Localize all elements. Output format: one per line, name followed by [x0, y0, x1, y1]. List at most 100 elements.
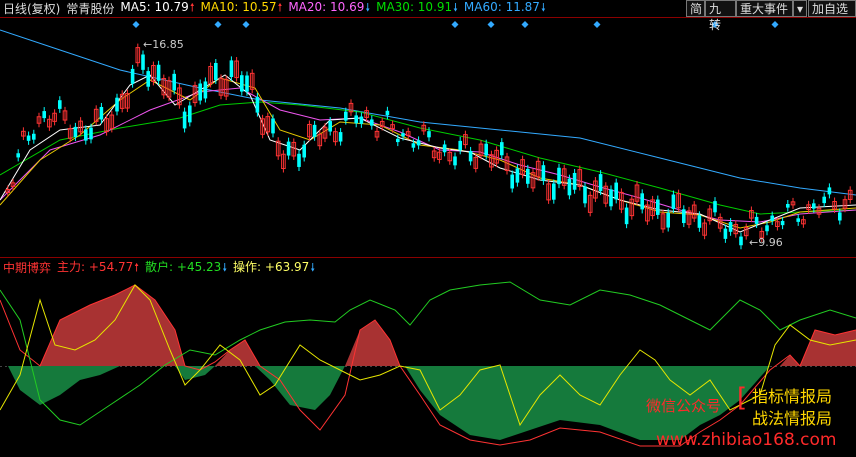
- candle-down: [141, 54, 145, 70]
- candle-down: [442, 144, 447, 153]
- event-diamond-icon: [451, 21, 459, 28]
- major-event-button[interactable]: 重大事件: [736, 0, 793, 17]
- candle-down: [822, 196, 826, 204]
- down-arrow-icon: 🠗: [453, 1, 458, 14]
- event-diamond-icon: [521, 21, 529, 28]
- candle-down: [453, 156, 457, 166]
- candle-down: [567, 178, 572, 196]
- candle-down: [510, 174, 514, 189]
- candle-down: [385, 110, 390, 116]
- indicator-panel: [0, 281, 856, 447]
- candle-down: [115, 97, 119, 112]
- candle-down: [130, 68, 135, 84]
- candle-down: [640, 193, 644, 210]
- up-arrow-icon: 🠕: [189, 1, 195, 14]
- chart-canvas: [0, 17, 856, 447]
- watermark-url: www.zhibiao168.com: [656, 430, 837, 450]
- ma20-label: MA20: 10.69🠗: [288, 0, 371, 14]
- candle-down: [728, 222, 733, 232]
- indicator-header: 中期博弈 主力: +54.77🠕 散户: +45.23🠗 操作: +63.97🠗: [0, 259, 321, 276]
- candle-down: [240, 75, 244, 92]
- candle-down: [541, 165, 546, 181]
- nine-turn-button[interactable]: 九转: [705, 0, 736, 32]
- bracket-icon: [: [737, 383, 748, 413]
- candle-down: [666, 212, 670, 228]
- candle-down: [656, 199, 660, 215]
- period-label: 日线(复权): [3, 2, 61, 16]
- retail-area: [0, 366, 856, 440]
- candle-down: [89, 127, 93, 140]
- candle-down: [411, 143, 416, 148]
- candle-down: [671, 194, 676, 209]
- candle-down: [146, 71, 150, 87]
- moving-average-lines: [0, 29, 856, 233]
- down-arrow-icon: 🠗: [310, 260, 316, 274]
- event-diamond-icon: [487, 21, 495, 28]
- ma60-line: [0, 29, 856, 196]
- candle-down: [32, 133, 36, 140]
- ma5-line: [0, 74, 856, 233]
- dropdown-chevron-icon[interactable]: ▾: [793, 0, 807, 17]
- event-diamond-icon: [771, 21, 779, 28]
- candle-down: [484, 143, 488, 156]
- candle-down: [188, 105, 192, 123]
- candle-down: [812, 203, 816, 209]
- candle-down: [838, 212, 842, 221]
- candle-down: [624, 207, 629, 225]
- candle-down: [416, 140, 421, 146]
- candle-down: [297, 153, 301, 167]
- candle-down: [427, 131, 431, 138]
- candle-down: [286, 141, 291, 156]
- watermark-line-2: 战法情报局: [752, 409, 833, 428]
- candle-down: [302, 144, 306, 158]
- candle-down: [338, 132, 343, 142]
- candle-down: [271, 118, 275, 134]
- candle-down: [682, 209, 686, 224]
- candle-down: [198, 83, 202, 101]
- candle-down: [182, 111, 187, 129]
- candle-down: [255, 96, 260, 113]
- ma30-line: [0, 101, 856, 215]
- low-price-annotation: ←9.96: [749, 236, 783, 249]
- candle-down: [609, 189, 613, 207]
- candle-down: [723, 228, 728, 239]
- candle-down: [370, 119, 374, 126]
- main-force-label: 主力: +54.77🠕: [57, 259, 140, 274]
- stock-name: 常青股份: [66, 2, 115, 16]
- down-arrow-icon: 🠗: [365, 1, 371, 14]
- candle-down: [500, 142, 504, 156]
- event-diamond-icon: [214, 21, 222, 28]
- candle-down: [312, 124, 317, 137]
- candle-down: [359, 116, 364, 124]
- ma10-line: [0, 77, 856, 229]
- ma10-label: MA10: 10.57🠕: [200, 0, 283, 14]
- candle-down: [713, 201, 717, 213]
- candle-down: [401, 133, 405, 137]
- candle-down: [765, 225, 769, 232]
- candle-down: [354, 115, 358, 124]
- candle-down: [99, 106, 104, 120]
- down-arrow-icon: 🠗: [222, 260, 228, 274]
- retail-label: 散户: +45.23🠗: [145, 259, 228, 274]
- watermark-line-1: 指标情报局: [752, 387, 833, 406]
- candle-down: [84, 129, 88, 141]
- candle-down: [214, 63, 218, 80]
- candle-down: [697, 215, 702, 228]
- up-arrow-icon: 🠕: [277, 1, 283, 14]
- simple-button[interactable]: 简: [686, 0, 705, 17]
- wechat-watermark: 微信公众号: [646, 397, 722, 415]
- candle-down: [786, 203, 790, 208]
- operation-label: 操作: +63.97🠗: [233, 259, 316, 274]
- candle-down: [598, 174, 603, 192]
- add-watchlist-button[interactable]: 加自选: [808, 0, 856, 17]
- candle-down: [614, 182, 618, 200]
- candle-down: [770, 215, 774, 221]
- candle-down: [552, 183, 556, 200]
- ma30-label: MA30: 10.91🠗: [376, 0, 458, 14]
- candle-down: [827, 187, 832, 195]
- ma5-label: MA5: 10.79🠕: [120, 0, 195, 14]
- candle-down: [16, 153, 20, 158]
- candle-down: [58, 100, 62, 109]
- event-diamond-icon: [242, 21, 250, 28]
- up-arrow-icon: 🠕: [134, 260, 140, 274]
